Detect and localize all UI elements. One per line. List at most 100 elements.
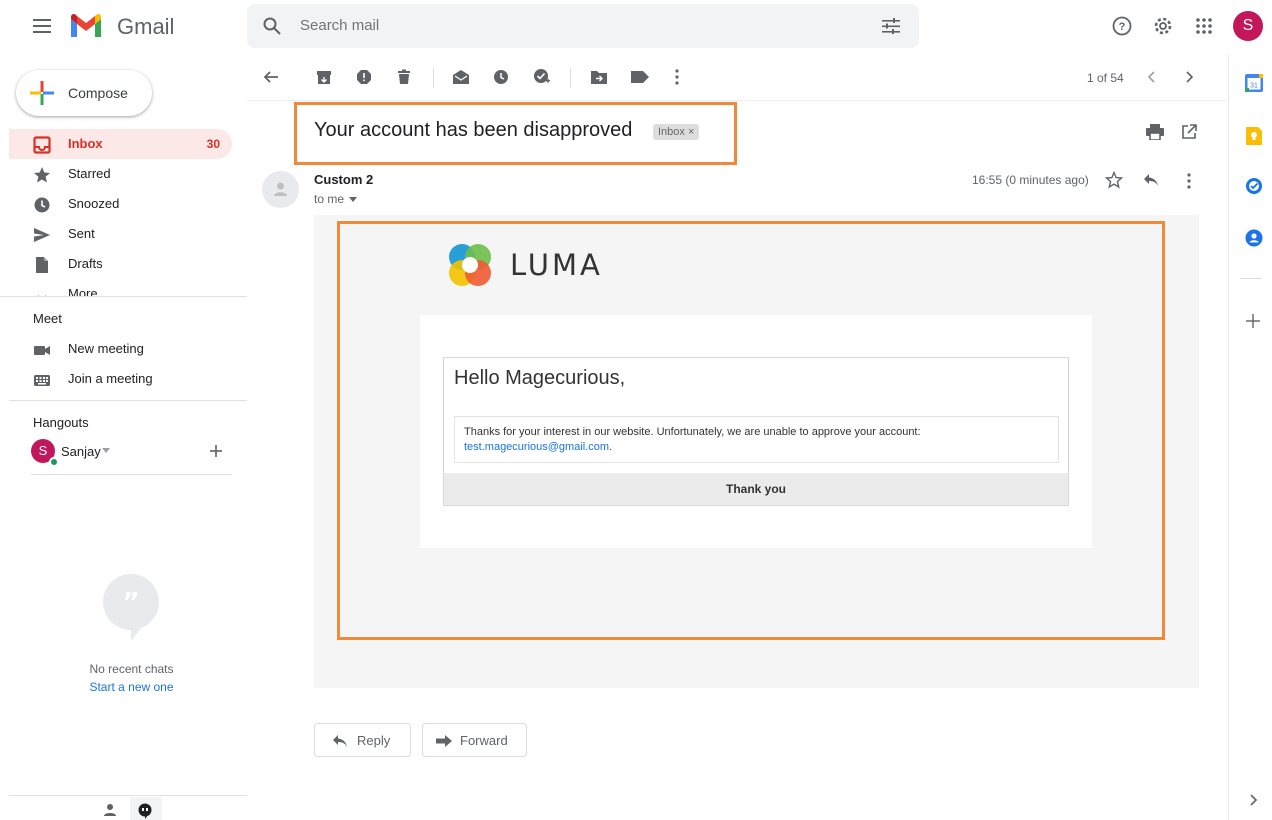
sidebar-item-join-meeting[interactable]: Join a meeting xyxy=(9,364,232,394)
app-name[interactable]: Gmail xyxy=(117,14,174,40)
report-spam-icon[interactable] xyxy=(353,66,375,88)
pagination-info: 1 of 54 xyxy=(1087,71,1124,85)
compose-label: Compose xyxy=(68,85,128,101)
sidebar-item-label: Drafts xyxy=(68,256,103,271)
star-outline-icon[interactable] xyxy=(1105,171,1123,189)
sidebar-divider xyxy=(9,400,247,401)
reply-arrow-icon[interactable] xyxy=(1143,173,1159,187)
video-camera-icon xyxy=(33,341,51,359)
sidebar-item-label: Snoozed xyxy=(68,196,120,211)
search-input[interactable]: Search mail xyxy=(300,17,379,34)
forward-button[interactable]: Forward xyxy=(422,723,527,757)
move-to-folder-icon[interactable] xyxy=(588,66,610,88)
meet-section-title: Meet xyxy=(33,311,62,326)
draft-file-icon xyxy=(33,256,51,274)
sidebar-item-label: Sent xyxy=(68,226,95,241)
side-panel: 31 xyxy=(1228,54,1272,820)
sidebar-item-label: Inbox xyxy=(68,136,103,151)
settings-gear-icon[interactable] xyxy=(1143,6,1183,46)
hangouts-section-title: Hangouts xyxy=(33,415,89,430)
chevron-down-icon xyxy=(33,286,51,296)
hangouts-user-name[interactable]: Sanjay xyxy=(61,444,101,459)
svg-text:31: 31 xyxy=(1250,83,1258,90)
no-recent-chats-text: No recent chats xyxy=(89,662,174,676)
keyboard-icon xyxy=(33,371,51,389)
help-icon[interactable]: ? xyxy=(1102,6,1142,46)
sidebar-item-label: New meeting xyxy=(68,341,144,356)
label-tag-icon[interactable] xyxy=(629,66,651,88)
sidebar-item-starred[interactable]: Starred xyxy=(9,159,232,189)
mark-unread-icon[interactable] xyxy=(450,66,472,88)
top-header: Gmail Search mail ? S xyxy=(0,0,1272,54)
main-menu-icon[interactable] xyxy=(22,6,62,46)
toolbar-divider xyxy=(247,100,1227,101)
subject-highlight-box xyxy=(294,102,737,165)
sidebar-item-more[interactable]: More xyxy=(9,279,232,296)
print-icon[interactable] xyxy=(1146,124,1164,140)
calendar-icon[interactable]: 31 xyxy=(1245,74,1263,92)
archive-icon[interactable] xyxy=(313,66,335,88)
star-icon xyxy=(33,166,51,184)
svg-text:”: ” xyxy=(122,588,139,618)
clock-icon xyxy=(33,196,51,214)
forward-icon xyxy=(436,735,452,747)
older-chevron-right-icon[interactable] xyxy=(1178,66,1200,88)
keep-notes-icon[interactable] xyxy=(1246,127,1262,145)
hangouts-quote-icon xyxy=(138,803,152,819)
get-addons-plus-icon[interactable] xyxy=(1246,314,1260,328)
gmail-logo-icon[interactable] xyxy=(69,13,103,39)
chat-bubble-icon: ” xyxy=(102,573,160,643)
search-options-icon[interactable] xyxy=(882,17,900,35)
sidebar-bottom-divider xyxy=(9,795,247,796)
account-avatar[interactable]: S xyxy=(1233,11,1263,41)
sidebar-item-drafts[interactable]: Drafts xyxy=(9,249,232,279)
message-more-options-icon[interactable] xyxy=(1187,173,1191,189)
sidebar-item-snoozed[interactable]: Snoozed xyxy=(9,189,232,219)
sidebar-item-sent[interactable]: Sent xyxy=(9,219,232,249)
inbox-icon xyxy=(33,136,51,154)
reply-button[interactable]: Reply xyxy=(314,723,411,757)
back-arrow-icon[interactable] xyxy=(260,66,282,88)
sidebar-divider xyxy=(0,296,247,297)
more-options-vertical-icon[interactable] xyxy=(666,66,688,88)
recipient-details-dropdown-icon[interactable] xyxy=(349,197,357,202)
show-side-panel-chevron-icon[interactable] xyxy=(1249,794,1257,806)
add-chat-icon[interactable] xyxy=(209,444,223,458)
reply-label: Reply xyxy=(357,733,391,748)
forward-label: Forward xyxy=(460,733,508,748)
newer-chevron-left-icon[interactable] xyxy=(1141,66,1163,88)
svg-text:?: ? xyxy=(1119,21,1126,33)
sender-name[interactable]: Custom 2 xyxy=(314,172,373,187)
snooze-clock-icon[interactable] xyxy=(490,66,512,88)
person-icon xyxy=(273,181,288,197)
user-dropdown-icon[interactable] xyxy=(102,448,110,453)
contacts-icon[interactable] xyxy=(1245,229,1263,247)
sidebar-item-label: More xyxy=(68,286,98,296)
body-highlight-box xyxy=(337,221,1165,640)
sidebar-item-inbox[interactable]: Inbox 30 xyxy=(9,129,232,159)
compose-button[interactable]: Compose xyxy=(16,70,152,116)
delete-trash-icon[interactable] xyxy=(393,66,415,88)
reply-icon xyxy=(332,734,348,748)
hangouts-tab[interactable] xyxy=(130,797,162,820)
add-to-tasks-icon[interactable] xyxy=(531,66,553,88)
recipient-text[interactable]: to me xyxy=(314,192,344,206)
sidebar-divider xyxy=(31,474,232,475)
sidebar-item-label: Join a meeting xyxy=(68,371,153,386)
search-icon[interactable] xyxy=(263,17,281,35)
start-new-chat-link[interactable]: Start a new one xyxy=(60,680,203,694)
compose-plus-icon xyxy=(30,81,54,105)
open-new-window-icon[interactable] xyxy=(1181,124,1197,140)
send-icon xyxy=(33,226,51,244)
contacts-person-icon[interactable] xyxy=(103,803,117,817)
side-panel-divider xyxy=(1240,278,1262,279)
apps-grid-icon[interactable] xyxy=(1184,6,1224,46)
sidebar-item-label: Starred xyxy=(68,166,111,181)
message-time: 16:55 (0 minutes ago) xyxy=(972,173,1089,187)
toolbar-separator xyxy=(570,68,571,88)
search-bar[interactable]: Search mail xyxy=(247,4,919,48)
sidebar-item-new-meeting[interactable]: New meeting xyxy=(9,334,232,364)
online-status-dot xyxy=(49,457,59,467)
tasks-icon[interactable] xyxy=(1245,177,1263,195)
sender-avatar[interactable] xyxy=(262,171,299,208)
